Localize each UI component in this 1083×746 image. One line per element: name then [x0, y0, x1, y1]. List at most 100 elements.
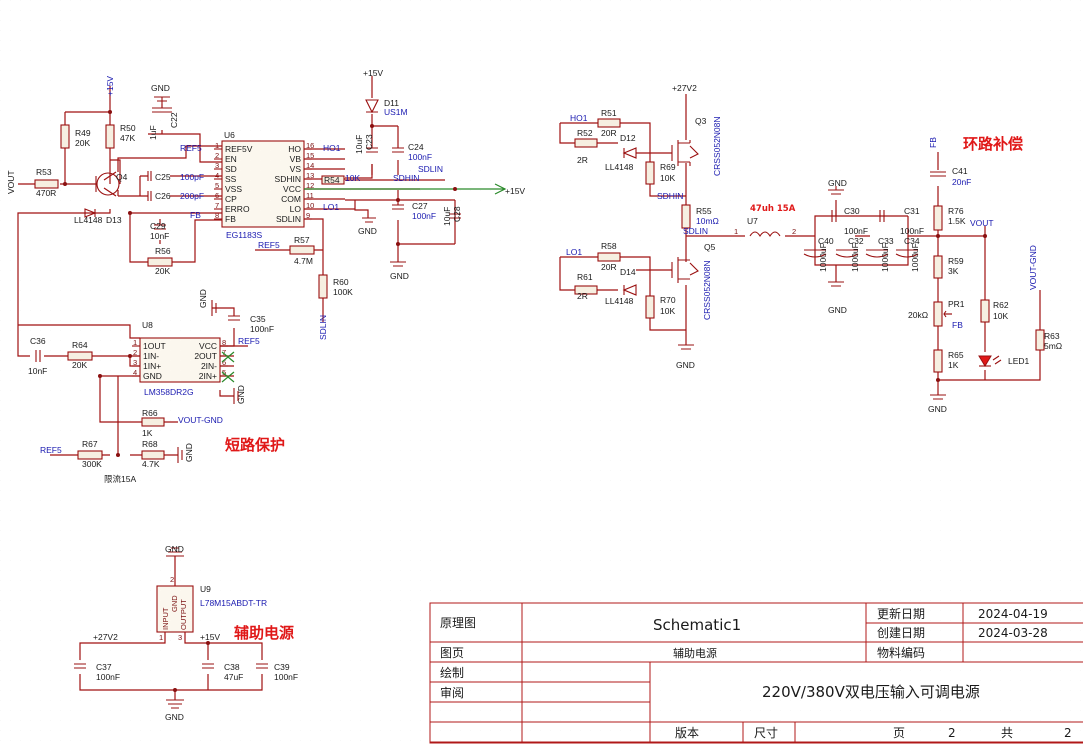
svg-text:+15V: +15V	[105, 76, 115, 96]
svg-text:R68: R68	[142, 439, 158, 449]
svg-text:20K: 20K	[72, 360, 87, 370]
svg-text:R66: R66	[142, 408, 158, 418]
svg-text:C35: C35	[250, 314, 266, 324]
svg-text:1K: 1K	[948, 360, 959, 370]
svg-text:REF5: REF5	[40, 445, 62, 455]
svg-text:VOUT: VOUT	[6, 170, 16, 194]
u6-pin-name: SS	[225, 174, 237, 184]
svg-text:R52: R52	[577, 128, 593, 138]
svg-text:C27: C27	[412, 201, 428, 211]
u8-pin-number: 1	[133, 338, 137, 347]
svg-text:U8: U8	[142, 320, 153, 330]
svg-text:C30: C30	[844, 206, 860, 216]
svg-text:GND: GND	[676, 360, 695, 370]
svg-text:10uF: 10uF	[442, 207, 452, 226]
svg-text:Schematic1: Schematic1	[653, 616, 741, 634]
svg-text:100nF: 100nF	[250, 324, 274, 334]
svg-text:U9: U9	[200, 584, 211, 594]
svg-text:100nF: 100nF	[412, 211, 436, 221]
u6-pin-number: 8	[215, 211, 219, 220]
svg-text:图页: 图页	[440, 646, 464, 660]
r60-resistor[interactable]: R60 100K	[318, 274, 353, 299]
svg-text:R63: R63	[1044, 331, 1060, 341]
r54-resistor[interactable]: R54	[321, 175, 345, 185]
u6-pin-name: VCC	[283, 184, 301, 194]
svg-text:R51: R51	[601, 108, 617, 118]
svg-text:C24: C24	[408, 142, 424, 152]
svg-text:2: 2	[792, 227, 796, 236]
u6-pin-name: REF5V	[225, 144, 253, 154]
svg-text:FB: FB	[928, 137, 938, 148]
u6-pin-name: EN	[225, 154, 237, 164]
svg-text:20K: 20K	[75, 138, 90, 148]
r49-resistor[interactable]: R49 20K	[60, 124, 91, 149]
svg-text:220V/380V双电压输入可调电源: 220V/380V双电压输入可调电源	[762, 683, 980, 701]
u8-pin-name: 2IN+	[199, 371, 217, 381]
r63-resistor[interactable]: R63 5mΩ	[1035, 329, 1062, 351]
svg-text:LO1: LO1	[566, 247, 582, 257]
svg-text:尺寸: 尺寸	[754, 726, 778, 740]
svg-text:20kΩ: 20kΩ	[908, 310, 928, 320]
r62-resistor[interactable]: R62 10K	[980, 299, 1009, 323]
svg-text:100nF: 100nF	[844, 226, 868, 236]
u6-pin-name: SDHIN	[275, 174, 301, 184]
svg-text:GND: GND	[184, 443, 194, 462]
svg-text:5mΩ: 5mΩ	[1044, 341, 1062, 351]
svg-text:100nF: 100nF	[408, 152, 432, 162]
svg-text:REF5: REF5	[238, 336, 260, 346]
svg-text:U7: U7	[747, 216, 758, 226]
svg-text:辅助电源: 辅助电源	[673, 646, 717, 660]
svg-text:US1M: US1M	[384, 107, 408, 117]
svg-text:10uF: 10uF	[354, 135, 364, 154]
svg-text:C29: C29	[150, 221, 166, 231]
u8-pin-name: 2OUT	[194, 351, 217, 361]
svg-text:1: 1	[159, 633, 163, 642]
r69-resistor[interactable]: R69 10K	[645, 161, 676, 185]
r70-resistor[interactable]: R70 10K	[645, 295, 676, 319]
svg-text:FB: FB	[190, 210, 201, 220]
svg-text:R49: R49	[75, 128, 91, 138]
svg-text:1K: 1K	[142, 428, 153, 438]
schematic-canvas: U6 EG1183S REF5V1EN2SD3SS4VSS5CP6ERRO7FB…	[0, 0, 1083, 746]
svg-text:20R: 20R	[601, 128, 617, 138]
u8-pin-name: 1OUT	[143, 341, 166, 351]
svg-text:C41: C41	[952, 166, 968, 176]
svg-text:300K: 300K	[82, 459, 102, 469]
svg-text:REF5: REF5	[180, 143, 202, 153]
svg-text:20K: 20K	[155, 266, 170, 276]
svg-text:页: 页	[893, 726, 905, 740]
svg-text:HO1: HO1	[570, 113, 588, 123]
svg-text:1000uF: 1000uF	[850, 243, 860, 272]
svg-text:2: 2	[170, 575, 174, 584]
svg-text:100nF: 100nF	[900, 226, 924, 236]
svg-text:C25: C25	[155, 172, 171, 182]
u6-driver-ic[interactable]: U6 EG1183S REF5V1EN2SD3SS4VSS5CP6ERRO7FB…	[214, 130, 314, 240]
svg-text:100nF: 100nF	[96, 672, 120, 682]
svg-text:SDLIN: SDLIN	[418, 164, 443, 174]
svg-text:物料编码: 物料编码	[877, 645, 925, 660]
svg-text:GND: GND	[165, 544, 184, 554]
svg-text:版本: 版本	[675, 726, 699, 740]
svg-text:4.7K: 4.7K	[142, 459, 160, 469]
svg-text:C38: C38	[224, 662, 240, 672]
svg-text:PR1: PR1	[948, 299, 965, 309]
u6-pin-name: ERRO	[225, 204, 250, 214]
svg-text:LL4148: LL4148	[74, 215, 103, 225]
u8-pin-name: 1IN+	[143, 361, 161, 371]
u6-pin-name: VS	[290, 164, 302, 174]
svg-text:R76: R76	[948, 206, 964, 216]
svg-text:L78M15ABDT-TR: L78M15ABDT-TR	[200, 598, 267, 608]
svg-text:LO1: LO1	[323, 202, 339, 212]
svg-text:C37: C37	[96, 662, 112, 672]
svg-text:CRSS052N08N: CRSS052N08N	[712, 116, 722, 176]
svg-text:GND: GND	[198, 289, 208, 308]
svg-text:C26: C26	[155, 191, 171, 201]
svg-text:GND: GND	[170, 595, 179, 612]
svg-text:1000uF: 1000uF	[818, 243, 828, 272]
svg-text:200pF: 200pF	[180, 191, 204, 201]
svg-text:R65: R65	[948, 350, 964, 360]
svg-text:REF5: REF5	[258, 240, 280, 250]
u6-pin-number: 2	[215, 151, 219, 160]
svg-text:VOUT-GND: VOUT-GND	[178, 415, 223, 425]
svg-text:R70: R70	[660, 295, 676, 305]
